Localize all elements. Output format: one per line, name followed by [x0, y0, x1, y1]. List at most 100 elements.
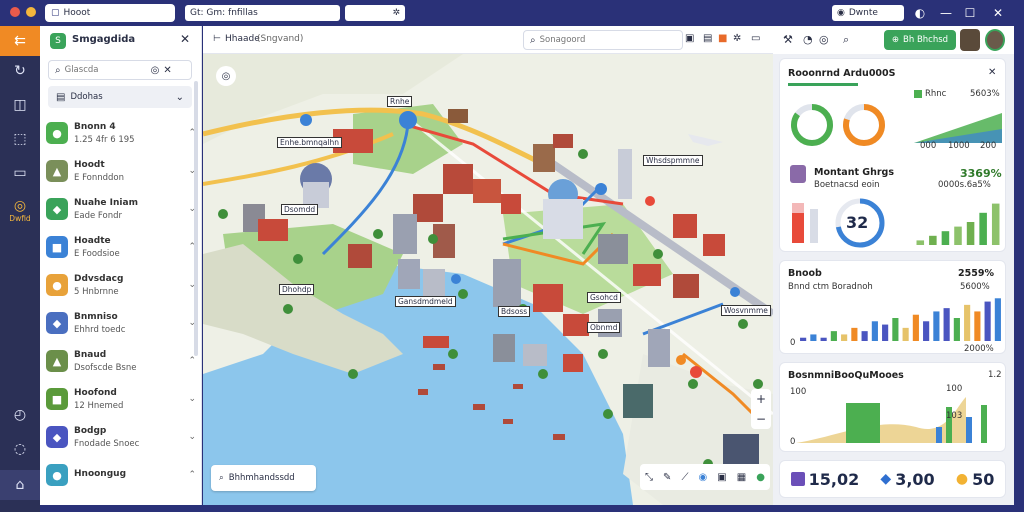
search-icon[interactable]: ⌕: [843, 33, 849, 47]
avatar[interactable]: [960, 29, 980, 51]
sidebar-search[interactable]: ⌕ ◎ ✕: [48, 60, 192, 80]
map-label[interactable]: Gsohcd: [587, 292, 621, 303]
sidebar-item[interactable]: ● Hnoongug ⌃: [46, 456, 196, 494]
avatar-secondary[interactable]: [985, 29, 1005, 51]
maximize-button[interactable]: ☐: [962, 5, 978, 21]
home-icon[interactable]: ⌂: [0, 470, 40, 500]
donut-charts: [791, 104, 885, 146]
breadcrumb-sub: (Sngvand): [257, 34, 304, 44]
sidebar-search-input[interactable]: [64, 65, 147, 75]
clock-icon[interactable]: ◴: [0, 400, 40, 430]
map-search-input[interactable]: [539, 35, 670, 45]
activity-card: Bnoob 2559% Bnnd ctm Boradnoh 5600% 0 20…: [779, 260, 1006, 354]
rail-active-item[interactable]: ◎ Dwfid: [0, 198, 40, 223]
chevron-icon[interactable]: ⌄: [188, 432, 196, 442]
chevron-icon[interactable]: ⌄: [188, 394, 196, 404]
settings-icon[interactable]: ✲: [733, 33, 741, 44]
back-icon[interactable]: ⊢: [213, 34, 221, 44]
sidebar-item[interactable]: ■ Hoadte E Foodsioe ⌃: [46, 228, 196, 266]
area-chart: [914, 113, 1002, 143]
zoom-out-button[interactable]: −: [756, 412, 766, 426]
sidebar-item[interactable]: ▲ Hoodt E Fonnddon ⌄: [46, 152, 196, 190]
pan-icon[interactable]: ⤡: [645, 472, 653, 483]
sidebar-scrollbar[interactable]: [194, 81, 198, 356]
bar: [929, 235, 937, 245]
map-label[interactable]: Dsomdd: [281, 204, 319, 215]
place-icon: ◆: [46, 312, 68, 334]
map-label[interactable]: Whsdspmmne: [643, 155, 703, 166]
image-icon: [790, 472, 805, 486]
map-bottom-search[interactable]: ⌕ Bhhmhandssdd: [211, 465, 316, 491]
map-canvas[interactable]: Rnhe Enhe.bmnqalhn Dsomdd Dhohdp Whsdspm…: [203, 54, 773, 505]
ruler-icon[interactable]: ⟋: [681, 472, 688, 483]
info-circle-icon[interactable]: ◎: [819, 33, 829, 46]
copy-icon[interactable]: ▤: [703, 33, 712, 44]
map-label[interactable]: Wosvnmme: [721, 305, 771, 316]
message-icon[interactable]: ◌: [0, 434, 40, 464]
left-rail: ⇇ ↻ ◫ ⬚ ▭ ◎ Dwfid ◴ ◌ ⌂: [0, 26, 40, 512]
zoom-in-button[interactable]: +: [756, 392, 766, 406]
minimize-button[interactable]: —: [938, 5, 954, 21]
account-icon[interactable]: ◐: [912, 5, 928, 21]
bar: [974, 311, 981, 341]
place-icon: ■: [46, 388, 68, 410]
puzzle-icon[interactable]: ⬚: [0, 124, 40, 154]
map-label[interactable]: Rnhe: [387, 96, 413, 107]
grid-icon[interactable]: ▦: [737, 472, 746, 483]
sidebar-item[interactable]: ◆ Bodgp Fnodade Snoec ⌄: [46, 418, 196, 456]
close-card-icon[interactable]: ✕: [988, 67, 996, 78]
map-label[interactable]: Gansdmdmeld: [395, 296, 456, 307]
map-label[interactable]: Obnmd: [587, 322, 621, 333]
close-window-dot[interactable]: [10, 7, 20, 17]
sidebar-item[interactable]: ■ Hoofond 12 Hnemed ⌄: [46, 380, 196, 418]
sidebar-item[interactable]: ● Ddvsdacg 5 Hnbrnne ⌄: [46, 266, 196, 304]
breadcrumb[interactable]: Hhaade: [225, 34, 260, 44]
menu-icon[interactable]: ⇇: [0, 26, 40, 56]
map-search[interactable]: ⌕: [523, 30, 683, 50]
url-tab[interactable]: Gt: Gm: fnfillas: [185, 5, 340, 21]
map-label[interactable]: Dhohdp: [279, 284, 315, 295]
bar: [964, 304, 971, 341]
settings-icon: ✲: [392, 8, 400, 18]
chat-icon[interactable]: ▭: [0, 158, 40, 188]
map-label[interactable]: Enhe.bmnqalhn: [277, 137, 343, 148]
export-icon[interactable]: ▣: [685, 33, 694, 44]
layers-toggle-icon[interactable]: ●: [756, 472, 765, 483]
minimize-window-dot[interactable]: [26, 7, 36, 17]
diamond-icon: ◆: [880, 471, 892, 487]
bar: [851, 327, 858, 341]
bar: [991, 203, 1000, 245]
info-icon[interactable]: ◎: [151, 65, 160, 76]
locate-icon[interactable]: ◎: [216, 66, 236, 86]
clear-icon[interactable]: ✕: [163, 65, 171, 76]
more-icon[interactable]: ▭: [751, 33, 760, 44]
close-button[interactable]: ✕: [990, 5, 1006, 21]
notification-icon[interactable]: ◔: [803, 33, 813, 46]
close-sidebar-icon[interactable]: ✕: [180, 32, 190, 46]
plus-icon: ⊕: [891, 35, 900, 45]
sidebar-item[interactable]: ◆ Bnmniso Ehhrd toedc ⌄: [46, 304, 196, 342]
chevron-icon[interactable]: ⌃: [188, 470, 196, 480]
sidebar-item[interactable]: ▲ Bnaud Dsofscde Bsne ⌃: [46, 342, 196, 380]
chevron-icon[interactable]: ⌃: [188, 356, 196, 366]
place-icon: ●: [46, 122, 68, 144]
sidebar-item[interactable]: ◆ Nuahe Iniam Eade Fondr ⌄: [46, 190, 196, 228]
user-pill[interactable]: ◉ Dwnte: [832, 5, 904, 21]
primary-action-button[interactable]: ⊕ Bh Bhchsd: [884, 30, 956, 50]
refresh-icon[interactable]: ↻: [0, 56, 40, 86]
app-tab[interactable]: ▢ Hooot: [45, 4, 175, 22]
tools-icon[interactable]: ⚒: [783, 33, 793, 46]
draw-icon[interactable]: ✎: [663, 472, 671, 483]
search-icon: ⌕: [219, 473, 224, 483]
globe-icon[interactable]: ◉: [699, 472, 708, 483]
bookmark-icon[interactable]: ■: [718, 33, 727, 44]
bag-icon[interactable]: ▣: [717, 472, 726, 483]
summary-icon: [790, 165, 806, 183]
tab-extra[interactable]: ✲: [345, 5, 405, 21]
bar: [861, 331, 868, 341]
right-header: ⚒ ◔ ◎ ⌕ ⊕ Bh Bhchsd: [773, 26, 1014, 54]
filter-dropdown[interactable]: ▤ Ddohas ⌄: [48, 86, 192, 108]
sidebar-item[interactable]: ● Bnonn 4 1.25 4fr 6 195 ⌃: [46, 114, 196, 152]
map-label[interactable]: Bdsoss: [498, 306, 531, 317]
layers-icon[interactable]: ◫: [0, 90, 40, 120]
